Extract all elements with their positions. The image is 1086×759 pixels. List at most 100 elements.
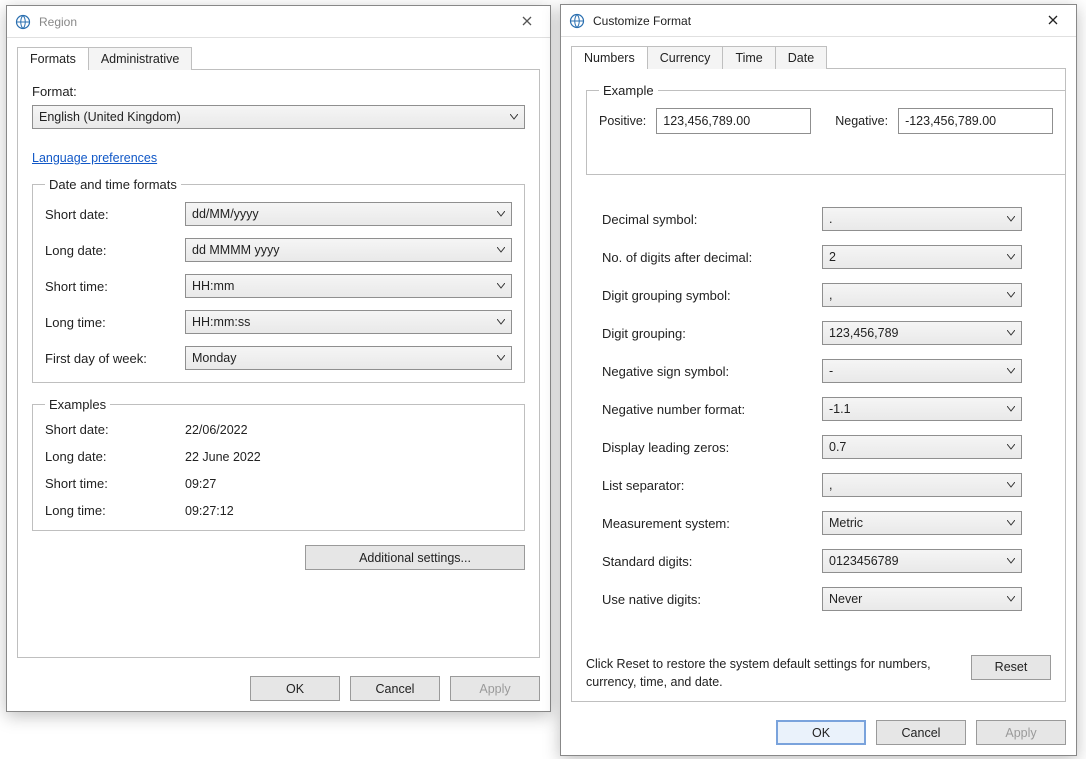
apply-button[interactable]: Apply [450,676,540,701]
first-day-label: First day of week: [45,351,185,366]
ok-button[interactable]: OK [250,676,340,701]
chevron-down-icon [999,444,1015,450]
digit-grouping-symbol-dropdown[interactable]: , [822,283,1022,307]
negative-sign-symbol-dropdown[interactable]: - [822,359,1022,383]
negative-number-format-dropdown[interactable]: -1.1 [822,397,1022,421]
date-time-formats-group: Date and time formats Short date: dd/MM/… [32,177,525,383]
chevron-down-icon [999,330,1015,336]
chevron-down-icon [999,254,1015,260]
chevron-down-icon [999,406,1015,412]
reset-description: Click Reset to restore the system defaul… [586,655,951,691]
cancel-button[interactable]: Cancel [876,720,966,745]
ex-long-time-value: 09:27:12 [185,504,512,518]
positive-label: Positive: [599,114,646,128]
tabstrip: Formats Administrative [17,46,540,70]
chevron-down-icon [999,520,1015,526]
window-title: Region [39,15,504,29]
ex-short-time-value: 09:27 [185,477,512,491]
tab-date[interactable]: Date [775,46,827,69]
reset-button[interactable]: Reset [971,655,1051,680]
chevron-down-icon [489,211,505,217]
globe-icon [15,14,31,30]
language-preferences-link[interactable]: Language preferences [32,151,157,165]
cancel-button[interactable]: Cancel [350,676,440,701]
window-title: Customize Format [593,14,1030,28]
number-settings-grid: Decimal symbol: . No. of digits after de… [602,207,1051,611]
short-date-label: Short date: [45,207,185,222]
close-button[interactable] [504,6,550,37]
ex-long-date-value: 22 June 2022 [185,450,512,464]
apply-button[interactable]: Apply [976,720,1066,745]
format-dropdown[interactable]: English (United Kingdom) [32,105,525,129]
chevron-down-icon [999,292,1015,298]
formats-panel: Format: English (United Kingdom) Languag… [17,70,540,658]
digit-grouping-symbol-label: Digit grouping symbol: [602,288,822,303]
customize-format-dialog: Customize Format Numbers Currency Time D… [560,4,1077,756]
long-time-dropdown[interactable]: HH:mm:ss [185,310,512,334]
ex-long-date-label: Long date: [45,449,185,464]
tab-administrative[interactable]: Administrative [88,47,193,70]
short-time-dropdown[interactable]: HH:mm [185,274,512,298]
additional-settings-button[interactable]: Additional settings... [305,545,525,570]
list-separator-label: List separator: [602,478,822,493]
example-legend: Example [599,83,658,98]
negative-example: -123,456,789.00 [898,108,1053,134]
tab-numbers[interactable]: Numbers [571,46,648,69]
use-native-digits-dropdown[interactable]: Never [822,587,1022,611]
first-day-dropdown[interactable]: Monday [185,346,512,370]
use-native-digits-label: Use native digits: [602,592,822,607]
chevron-down-icon [999,482,1015,488]
chevron-down-icon [489,355,505,361]
tab-currency[interactable]: Currency [647,46,724,69]
digit-grouping-dropdown[interactable]: 123,456,789 [822,321,1022,345]
close-button[interactable] [1030,5,1076,36]
standard-digits-dropdown[interactable]: 0123456789 [822,549,1022,573]
display-leading-zeros-label: Display leading zeros: [602,440,822,455]
close-icon [522,15,532,29]
short-date-dropdown[interactable]: dd/MM/yyyy [185,202,512,226]
chevron-down-icon [489,247,505,253]
long-date-dropdown[interactable]: dd MMMM yyyy [185,238,512,262]
long-time-label: Long time: [45,315,185,330]
digits-after-decimal-dropdown[interactable]: 2 [822,245,1022,269]
chevron-down-icon [489,319,505,325]
positive-example: 123,456,789.00 [656,108,811,134]
button-bar: OK Cancel Apply [561,712,1076,755]
tab-formats[interactable]: Formats [17,47,89,70]
display-leading-zeros-dropdown[interactable]: 0.7 [822,435,1022,459]
examples-group: Examples Short date: 22/06/2022 Long dat… [32,397,525,531]
titlebar: Region [7,6,550,38]
region-dialog: Region Formats Administrative Format: En… [6,5,551,712]
chevron-down-icon [999,558,1015,564]
digit-grouping-label: Digit grouping: [602,326,822,341]
globe-icon [569,13,585,29]
ex-short-time-label: Short time: [45,476,185,491]
tab-time[interactable]: Time [722,46,775,69]
measurement-system-label: Measurement system: [602,516,822,531]
ex-long-time-label: Long time: [45,503,185,518]
digits-after-decimal-label: No. of digits after decimal: [602,250,822,265]
chevron-down-icon [489,283,505,289]
button-bar: OK Cancel Apply [7,668,550,711]
examples-legend: Examples [45,397,110,412]
standard-digits-label: Standard digits: [602,554,822,569]
chevron-down-icon [999,596,1015,602]
decimal-symbol-dropdown[interactable]: . [822,207,1022,231]
decimal-symbol-label: Decimal symbol: [602,212,822,227]
date-time-formats-legend: Date and time formats [45,177,181,192]
ex-short-date-value: 22/06/2022 [185,423,512,437]
ok-button[interactable]: OK [776,720,866,745]
negative-label: Negative: [835,114,888,128]
format-label: Format: [32,84,525,99]
numbers-panel: Example Positive: 123,456,789.00 Negativ… [571,69,1066,702]
chevron-down-icon [502,114,518,120]
chevron-down-icon [999,368,1015,374]
negative-number-format-label: Negative number format: [602,402,822,417]
tabstrip: Numbers Currency Time Date [571,45,1066,69]
example-group: Example Positive: 123,456,789.00 Negativ… [586,83,1066,175]
list-separator-dropdown[interactable]: , [822,473,1022,497]
titlebar: Customize Format [561,5,1076,37]
chevron-down-icon [999,216,1015,222]
measurement-system-dropdown[interactable]: Metric [822,511,1022,535]
long-date-label: Long date: [45,243,185,258]
